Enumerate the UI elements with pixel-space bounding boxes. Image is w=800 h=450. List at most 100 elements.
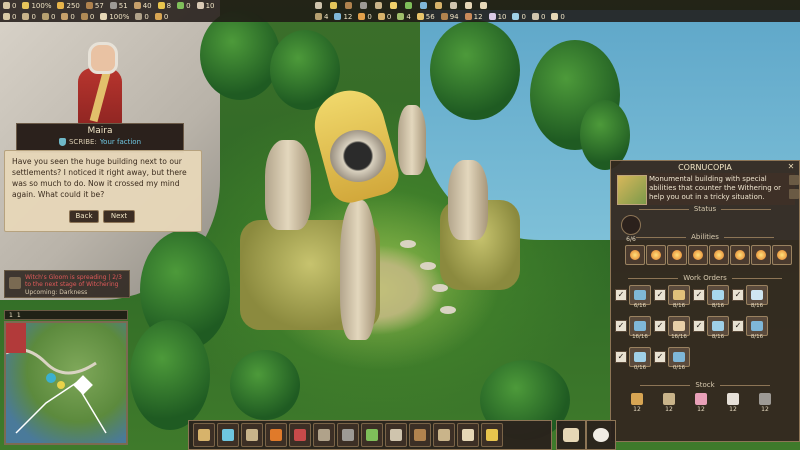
- next-button[interactable]: Next: [103, 210, 135, 223]
- resource-counter[interactable]: 10: [486, 11, 510, 22]
- resource-counter[interactable]: 0: [19, 11, 38, 22]
- toolbar-button[interactable]: [385, 423, 407, 447]
- resource-counter[interactable]: 0: [529, 11, 548, 22]
- resource-counter[interactable]: [417, 0, 432, 11]
- work-order[interactable]: ✓ 8/16: [732, 316, 768, 342]
- work-order-checkbox[interactable]: ✓: [693, 289, 705, 301]
- work-order-item[interactable]: [668, 316, 690, 336]
- toolbar-button[interactable]: [457, 423, 479, 447]
- work-order-checkbox[interactable]: ✓: [615, 289, 627, 301]
- minimap-speed[interactable]: 1: [17, 312, 21, 319]
- resource-counter[interactable]: 100%: [19, 0, 54, 11]
- toolbar-button[interactable]: [337, 423, 359, 447]
- resource-counter[interactable]: [327, 0, 342, 11]
- ability-slot[interactable]: [751, 245, 771, 265]
- toolbar-button[interactable]: [265, 423, 287, 447]
- back-button[interactable]: Back: [69, 210, 99, 223]
- resource-counter[interactable]: 4: [312, 11, 331, 22]
- minimap[interactable]: [4, 321, 128, 445]
- work-order-item[interactable]: [746, 316, 768, 336]
- resource-counter[interactable]: [402, 0, 417, 11]
- resource-counter[interactable]: 0: [355, 11, 374, 22]
- resource-counter[interactable]: 56: [414, 11, 438, 22]
- work-order[interactable]: ✓ 0/16: [654, 347, 690, 373]
- work-order-item[interactable]: [707, 316, 729, 336]
- work-order-item[interactable]: [668, 347, 690, 367]
- ability-slot[interactable]: [625, 245, 645, 265]
- work-order-checkbox[interactable]: ✓: [615, 351, 627, 363]
- resource-counter[interactable]: 0: [78, 11, 97, 22]
- resource-counter[interactable]: [342, 0, 357, 11]
- camp-button[interactable]: [556, 420, 586, 450]
- egg-button[interactable]: [586, 420, 616, 450]
- work-order-checkbox[interactable]: ✓: [654, 320, 666, 332]
- resource-counter[interactable]: [387, 0, 402, 11]
- pin-icon[interactable]: [789, 175, 799, 185]
- resource-counter[interactable]: 0: [509, 11, 528, 22]
- resource-counter[interactable]: 10: [194, 0, 218, 11]
- close-icon[interactable]: ✕: [785, 162, 797, 172]
- work-order-checkbox[interactable]: ✓: [615, 320, 627, 332]
- work-order-item[interactable]: [746, 285, 768, 305]
- resource-counter[interactable]: 94: [438, 11, 462, 22]
- work-order[interactable]: ✓ 8/16: [693, 316, 729, 342]
- resource-counter[interactable]: 40: [131, 0, 155, 11]
- work-order-item[interactable]: [707, 285, 729, 305]
- toolbar-button[interactable]: [289, 423, 311, 447]
- ability-slot[interactable]: [772, 245, 792, 265]
- resource-counter[interactable]: 0: [39, 11, 58, 22]
- work-order-checkbox[interactable]: ✓: [693, 320, 705, 332]
- work-order[interactable]: ✓ 8/16: [693, 285, 729, 311]
- resource-counter[interactable]: 4: [394, 11, 413, 22]
- resource-counter[interactable]: 51: [107, 0, 131, 11]
- info-icon[interactable]: [789, 189, 799, 199]
- toolbar-button[interactable]: [361, 423, 383, 447]
- work-order[interactable]: ✓ 0/16: [615, 347, 651, 373]
- work-order[interactable]: ✓ 16/16: [615, 316, 651, 342]
- minimap-level[interactable]: 1: [9, 312, 13, 319]
- ability-slot[interactable]: [730, 245, 750, 265]
- notification-card[interactable]: Witch's Gloom is spreading | 2/3 to the …: [4, 270, 130, 298]
- resource-counter[interactable]: 100%: [97, 11, 132, 22]
- work-order[interactable]: ✓ 8/16: [732, 285, 768, 311]
- resource-counter[interactable]: 0: [0, 0, 19, 11]
- toolbar-button[interactable]: [217, 423, 239, 447]
- work-order[interactable]: ✓ 16/16: [654, 316, 690, 342]
- resource-counter[interactable]: 0: [152, 11, 171, 22]
- work-order-checkbox[interactable]: ✓: [732, 320, 744, 332]
- work-order-item[interactable]: [629, 285, 651, 305]
- resource-counter[interactable]: [312, 0, 327, 11]
- ability-slot[interactable]: [688, 245, 708, 265]
- resource-counter[interactable]: 8: [155, 0, 174, 11]
- work-order-checkbox[interactable]: ✓: [732, 289, 744, 301]
- resource-counter[interactable]: [447, 0, 462, 11]
- ability-slot[interactable]: [646, 245, 666, 265]
- work-order-checkbox[interactable]: ✓: [654, 289, 666, 301]
- resource-counter[interactable]: 0: [58, 11, 77, 22]
- ability-slot[interactable]: [709, 245, 729, 265]
- work-order[interactable]: ✓ 8/16: [654, 285, 690, 311]
- toolbar-button[interactable]: [313, 423, 335, 447]
- resource-counter[interactable]: 57: [83, 0, 107, 11]
- resource-counter[interactable]: 0: [132, 11, 151, 22]
- resource-counter[interactable]: [477, 0, 492, 11]
- resource-counter[interactable]: 0: [174, 0, 193, 11]
- work-order-item[interactable]: [629, 347, 651, 367]
- resource-counter[interactable]: 0: [548, 11, 567, 22]
- resource-counter[interactable]: [372, 0, 387, 11]
- work-order[interactable]: ✓ 6/16: [615, 285, 651, 311]
- work-order-item[interactable]: [629, 316, 651, 336]
- toolbar-button[interactable]: [241, 423, 263, 447]
- work-order-item[interactable]: [668, 285, 690, 305]
- resource-counter[interactable]: [357, 0, 372, 11]
- work-order-checkbox[interactable]: ✓: [654, 351, 666, 363]
- resource-counter[interactable]: 12: [462, 11, 486, 22]
- resource-counter[interactable]: 0: [375, 11, 394, 22]
- ability-slot[interactable]: [667, 245, 687, 265]
- resource-counter[interactable]: [462, 0, 477, 11]
- toolbar-button[interactable]: [433, 423, 455, 447]
- resource-counter[interactable]: 250: [54, 0, 82, 11]
- toolbar-button[interactable]: [193, 423, 215, 447]
- toolbar-button[interactable]: [409, 423, 431, 447]
- toolbar-button[interactable]: [481, 423, 503, 447]
